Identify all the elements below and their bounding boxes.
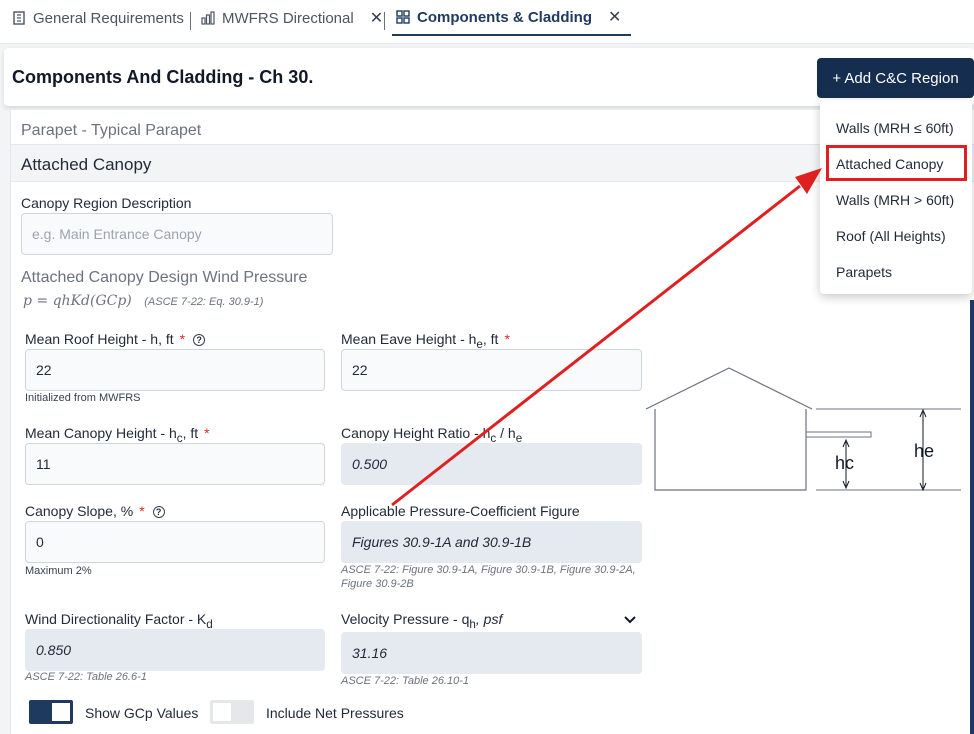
label-text: Canopy Slope, %: [25, 503, 134, 519]
mean-roof-height-label: Mean Roof Height - h, ft *?: [25, 331, 206, 347]
directionality-value: 0.850: [25, 629, 325, 671]
canopy-height-ratio-label: Canopy Height Ratio - hc / he: [341, 425, 522, 445]
required-mark: *: [179, 331, 186, 347]
add-cc-region-button[interactable]: + Add C&C Region: [817, 58, 974, 98]
menu-item-roof[interactable]: Roof (All Heights): [836, 228, 946, 244]
label-unit: , ft: [182, 425, 199, 441]
tab-separator: [190, 12, 191, 30]
help-icon[interactable]: ?: [152, 506, 165, 518]
velocity-pressure-label: Velocity Pressure - qh, psf: [341, 611, 502, 631]
required-mark: *: [139, 503, 145, 519]
velocity-pressure-reference: ASCE 7-22: Table 26.10-1: [341, 675, 470, 687]
formula-reference: (ASCE 7-22: Eq. 30.9-1): [144, 296, 264, 308]
tab-general-requirements[interactable]: General Requirements: [12, 0, 184, 36]
label-text: Wind Directionality Factor - K: [25, 611, 207, 627]
page-header: Components And Cladding - Ch 30. + Add C…: [4, 48, 974, 106]
hc-label: hc: [835, 453, 854, 473]
parapet-region-row[interactable]: Parapet - Typical Parapet: [21, 122, 201, 140]
canopy-diagram: hc he: [645, 367, 961, 492]
label-text: Mean Roof Height - h, ft: [25, 331, 174, 347]
canopy-description-input[interactable]: e.g. Main Entrance Canopy: [21, 213, 333, 255]
page-title: Components And Cladding - Ch 30.: [12, 67, 314, 87]
label-text: Velocity Pressure - q: [341, 611, 470, 627]
highlight-box: [826, 145, 967, 181]
menu-item-walls-low[interactable]: Walls (MRH ≤ 60ft): [836, 120, 954, 136]
label-unit: , psf: [475, 611, 503, 627]
mean-eave-height-input[interactable]: 22: [341, 349, 642, 391]
close-icon[interactable]: ✕: [370, 8, 383, 28]
bar-chart-icon: [201, 11, 215, 25]
add-region-menu: Walls (MRH ≤ 60ft) Attached Canopy Walls…: [820, 100, 972, 294]
grid-icon: [396, 10, 410, 24]
show-gcp-toggle[interactable]: [29, 700, 73, 724]
help-icon[interactable]: ?: [193, 334, 206, 346]
pressure-figure-label: Applicable Pressure-Coefficient Figure: [341, 503, 580, 519]
label-unit: , ft: [482, 331, 499, 347]
menu-item-parapets[interactable]: Parapets: [836, 264, 892, 280]
directionality-reference: ASCE 7-22: Table 26.6-1: [25, 671, 147, 683]
directionality-label: Wind Directionality Factor - Kd: [25, 611, 213, 631]
tab-separator: [384, 12, 385, 30]
formula-text: p = qhKd(GCp): [23, 293, 132, 309]
canopy-description-label: Canopy Region Description: [21, 195, 192, 211]
tab-label: MWFRS Directional: [222, 9, 354, 27]
scrollbar[interactable]: [970, 300, 974, 734]
label-text: Mean Canopy Height - h: [25, 425, 177, 441]
design-pressure-heading: Attached Canopy Design Wind Pressure: [21, 269, 308, 286]
building-icon: [13, 11, 25, 25]
show-gcp-label: Show GCp Values: [85, 705, 199, 721]
tab-bar: General Requirements MWFRS Directional ✕…: [0, 0, 974, 44]
net-pressures-toggle[interactable]: [210, 700, 254, 724]
required-mark: *: [504, 331, 510, 347]
close-icon[interactable]: ✕: [608, 7, 621, 27]
tab-components-cladding[interactable]: Components & Cladding ✕: [392, 0, 632, 36]
canopy-height-ratio-value: 0.500: [341, 443, 642, 485]
velocity-pressure-value: 31.16: [341, 632, 642, 674]
tab-mwfrs-directional[interactable]: MWFRS Directional ✕: [201, 0, 383, 36]
mean-roof-height-hint: Initialized from MWFRS: [25, 392, 141, 404]
canopy-slope-input[interactable]: 0: [25, 521, 325, 563]
pressure-figure-value: Figures 30.9-1A and 30.9-1B: [341, 521, 642, 563]
label-text: Mean Eave Height - h: [341, 331, 477, 347]
tab-label: Components & Cladding: [417, 8, 592, 26]
chevron-down-icon[interactable]: [623, 615, 637, 625]
label-text: Canopy Height Ratio - h: [341, 425, 491, 441]
he-label: he: [914, 441, 934, 461]
mean-eave-height-label: Mean Eave Height - he, ft *: [341, 331, 510, 351]
formula: p = qhKd(GCp) (ASCE 7-22: Eq. 30.9-1): [23, 293, 263, 309]
canopy-slope-hint: Maximum 2%: [25, 565, 92, 577]
label-text: / h: [496, 425, 516, 441]
pressure-figure-reference: ASCE 7-22: Figure 30.9-1A, Figure 30.9-1…: [341, 564, 636, 590]
canopy-slope-label: Canopy Slope, % *?: [25, 503, 165, 519]
tab-label: General Requirements: [33, 9, 184, 27]
menu-item-walls-high[interactable]: Walls (MRH > 60ft): [836, 192, 954, 208]
section-title: Attached Canopy: [21, 155, 152, 174]
required-mark: *: [204, 425, 210, 441]
mean-canopy-height-input[interactable]: 11: [25, 443, 325, 485]
net-pressures-label: Include Net Pressures: [266, 705, 404, 721]
mean-canopy-height-label: Mean Canopy Height - hc, ft *: [25, 425, 210, 445]
mean-roof-height-input[interactable]: 22: [25, 349, 325, 391]
